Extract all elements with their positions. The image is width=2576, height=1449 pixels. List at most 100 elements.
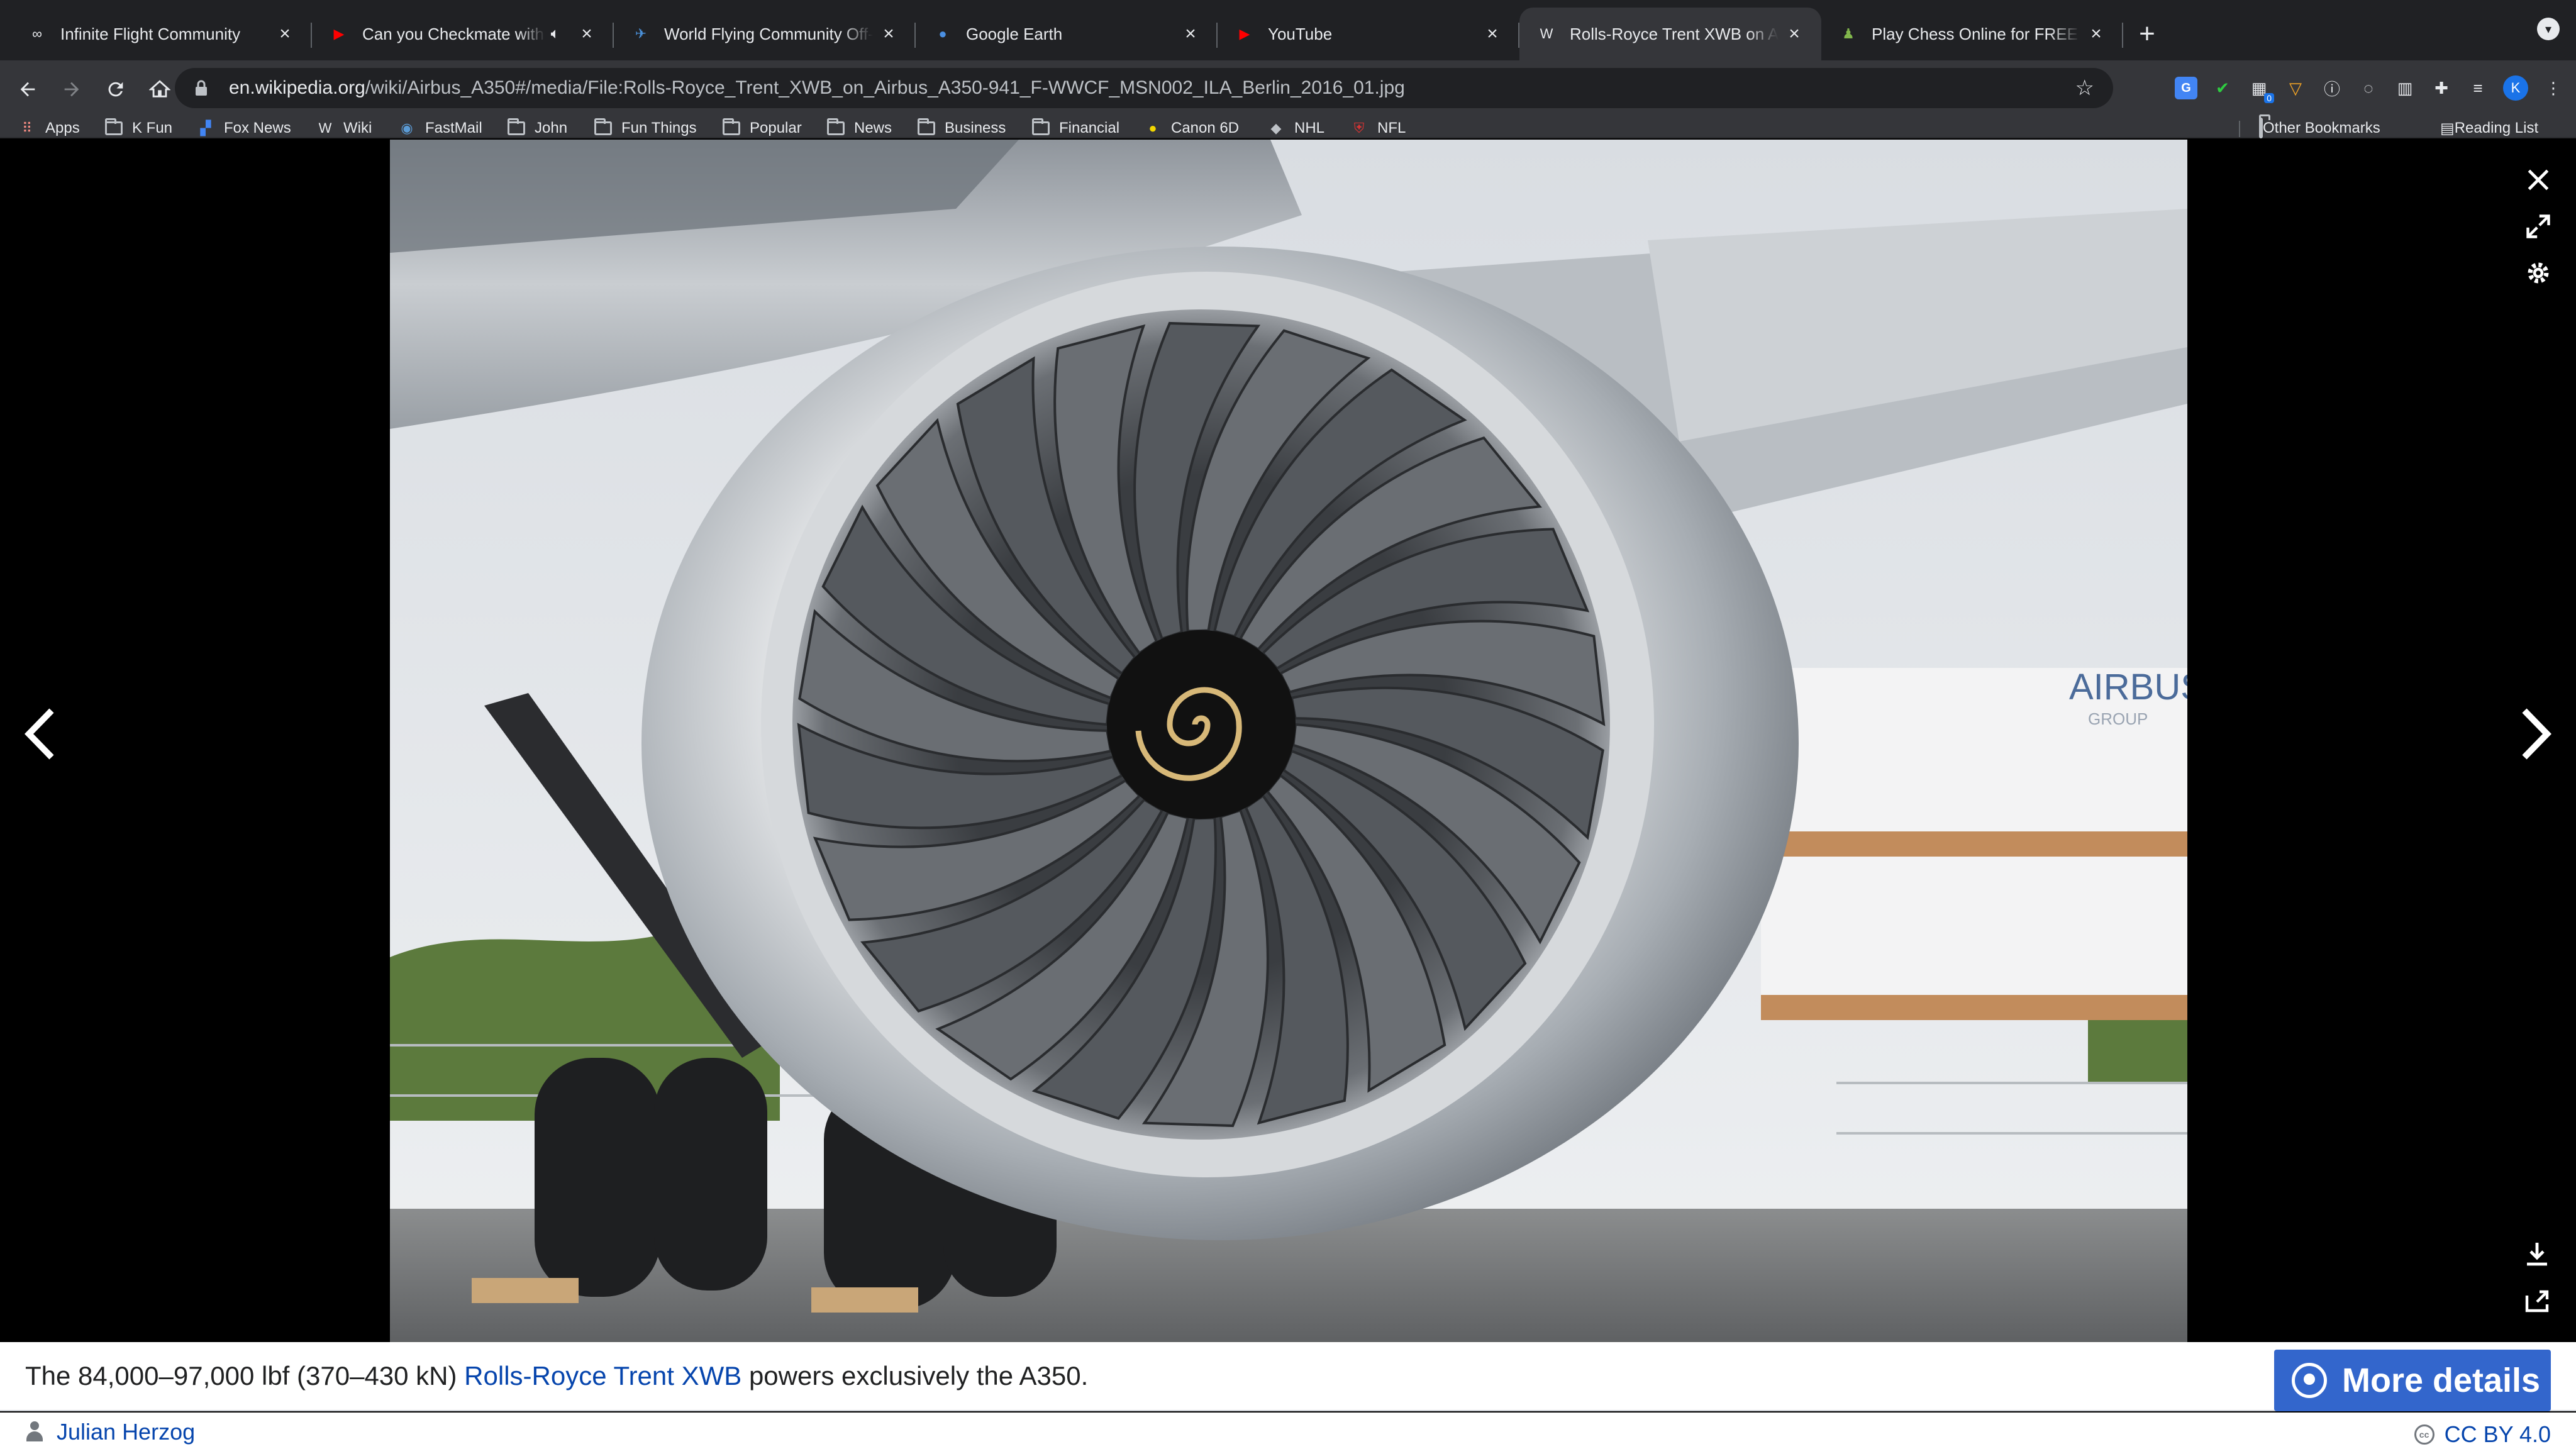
tab-close-icon[interactable]: × (2087, 23, 2106, 44)
arrow-right-icon (64, 82, 79, 97)
share-icon (2525, 1290, 2549, 1313)
sidebar-extension-icon[interactable]: ▥ (2394, 77, 2416, 99)
bookmark-financial[interactable]: Financial (1031, 118, 1119, 138)
bookmarks-divider (2239, 121, 2240, 137)
tab-title: Play Chess Online for FREE with (1872, 24, 2080, 43)
trent-xwb-link[interactable]: Rolls-Royce Trent XWB (464, 1361, 741, 1391)
caption-bar: The 84,000–97,000 lbf (370–430 kN) Rolls… (0, 1342, 2576, 1411)
bookmark-star-icon[interactable]: ☆ (2075, 75, 2094, 101)
tab-2[interactable]: ▶ Can you Checkmate with the 🔈︎ × (312, 8, 614, 60)
reload-button[interactable] (96, 69, 136, 109)
new-tab-button[interactable]: + (2128, 8, 2166, 60)
tab-title: World Flying Community Off-To (664, 24, 873, 43)
image-caption: The 84,000–97,000 lbf (370–430 kN) Rolls… (25, 1361, 1089, 1391)
kebab-menu-icon[interactable]: ⋮ (2542, 77, 2565, 99)
tab-title: Infinite Flight Community (60, 24, 241, 43)
folder-icon (594, 118, 613, 136)
folder-icon (1031, 118, 1050, 136)
reload-icon (108, 82, 123, 97)
tab-close-icon[interactable]: × (577, 23, 596, 44)
bookmark-fastmail[interactable]: ◉ FastMail (397, 118, 482, 138)
folder-icon (2259, 118, 2263, 138)
nfl-icon: ⛨ (1353, 120, 1365, 136)
nhl-icon: ◆ (1270, 120, 1282, 136)
forward-button[interactable] (52, 69, 92, 109)
youtube-icon: ▶ (1239, 26, 1250, 42)
home-button[interactable] (140, 69, 180, 109)
author-link[interactable]: Julian Herzog (25, 1419, 195, 1445)
profile-avatar[interactable]: K (2503, 75, 2528, 101)
license-link[interactable]: cc CC BY 4.0 (2414, 1421, 2551, 1448)
more-details-button[interactable]: More details (2274, 1350, 2551, 1411)
previous-image-button[interactable] (15, 699, 65, 769)
viewer-settings-button[interactable] (2521, 255, 2556, 291)
tab-6[interactable]: W Rolls-Royce Trent XWB on Airbus × (1519, 8, 1821, 60)
bookmark-canon-6d[interactable]: ● Canon 6D (1143, 118, 1239, 138)
chevron-right-icon (2522, 708, 2551, 760)
speaker-icon[interactable]: 🔈︎ (551, 25, 560, 43)
user-icon (25, 1421, 44, 1443)
fullscreen-button[interactable] (2521, 209, 2556, 244)
bookmark-news[interactable]: News (826, 118, 892, 138)
apps-grid-icon: ⠿ (21, 120, 33, 136)
airbus-group-sign: GROUP (2088, 709, 2148, 728)
tab-search-icon[interactable]: ▾ (2537, 18, 2560, 40)
vpn-extension-icon[interactable]: ▽ (2284, 77, 2307, 99)
bookmark-apps[interactable]: ⠿ Apps (18, 118, 80, 138)
tab-close-icon[interactable]: × (1483, 23, 1502, 44)
bookmark-nfl[interactable]: ⛨ NFL (1350, 118, 1406, 138)
bookmark-nhl[interactable]: ◆ NHL (1267, 118, 1324, 138)
bookmark-fox-news[interactable]: ▞ Fox News (196, 118, 291, 138)
download-button[interactable] (2518, 1235, 2556, 1273)
folder-icon (917, 118, 936, 136)
bookmark-john[interactable]: John (507, 118, 567, 138)
bookmark-wiki[interactable]: W Wiki (316, 118, 372, 138)
plane-icon: ✈ (635, 26, 647, 42)
engine-photo[interactable]: AIRBUS GROUP (390, 140, 2187, 1342)
chess-pawn-icon: ♟ (1842, 26, 1855, 42)
tab-3[interactable]: ✈ World Flying Community Off-To × (614, 8, 916, 60)
tab-4[interactable]: ● Google Earth × (916, 8, 1218, 60)
canon-icon: ● (1148, 120, 1157, 136)
close-icon (2528, 169, 2549, 191)
folder-icon (507, 118, 526, 136)
tab-close-icon[interactable]: × (275, 23, 294, 44)
password-extension-icon[interactable]: ⓘ (2321, 77, 2343, 99)
media-controls-icon[interactable]: ≡ (2467, 77, 2489, 99)
tab-1[interactable]: ∞ Infinite Flight Community × (10, 8, 312, 60)
media-viewer: AIRBUS GROUP (0, 140, 2576, 1342)
back-button[interactable] (8, 69, 48, 109)
attribution-bar: Julian Herzog cc CC BY 4.0 (0, 1413, 2576, 1449)
bookmark-k-fun[interactable]: K Fun (104, 118, 172, 138)
checkmark-extension-icon[interactable]: ✔ (2211, 77, 2234, 99)
url-text[interactable]: en.wikipedia.org/wiki/Airbus_A350#/media… (229, 77, 2075, 99)
tab-title: Rolls-Royce Trent XWB on Airbus (1570, 24, 1779, 43)
reading-list-button[interactable]: ▤ Reading List (2440, 118, 2538, 138)
tab-title: YouTube (1268, 24, 1333, 43)
chat-extension-icon[interactable]: ◌ (2357, 77, 2380, 99)
tab-close-icon[interactable]: × (1785, 23, 1804, 44)
browser-toolbar: en.wikipedia.org/wiki/Airbus_A350#/media… (0, 60, 2576, 118)
globe-icon: ● (938, 26, 947, 42)
chevron-left-icon (25, 708, 54, 760)
puzzle-extensions-icon[interactable]: ✚ (2430, 77, 2453, 99)
extension-badge-icon[interactable]: ▦ 0 (2248, 77, 2274, 103)
address-bar[interactable]: en.wikipedia.org/wiki/Airbus_A350#/media… (175, 68, 2113, 108)
extensions-area: G ✔ ▦ 0 ▽ ⓘ ◌ ▥ ✚ ≡ K ⋮ (2175, 68, 2565, 108)
bookmark-business[interactable]: Business (917, 118, 1006, 138)
tab-title: Google Earth (966, 24, 1063, 43)
close-viewer-button[interactable] (2521, 162, 2556, 197)
bookmark-popular[interactable]: Popular (722, 118, 802, 138)
tab-7[interactable]: ♟ Play Chess Online for FREE with × (1821, 8, 2123, 60)
tab-strip: ∞ Infinite Flight Community × ▶ Can you Chec… (0, 0, 2576, 60)
tab-5[interactable]: ▶ YouTube × (1218, 8, 1519, 60)
infinity-icon: ∞ (32, 26, 42, 42)
translate-extension-icon[interactable]: G (2175, 77, 2197, 99)
lock-icon[interactable] (194, 79, 213, 97)
bookmark-fun-things[interactable]: Fun Things (594, 118, 697, 138)
share-button[interactable] (2518, 1282, 2556, 1319)
tab-close-icon[interactable]: × (879, 23, 898, 44)
other-bookmarks-folder[interactable]: Other Bookmarks (2259, 118, 2380, 138)
tab-close-icon[interactable]: × (1181, 23, 1200, 44)
next-image-button[interactable] (2511, 699, 2561, 769)
